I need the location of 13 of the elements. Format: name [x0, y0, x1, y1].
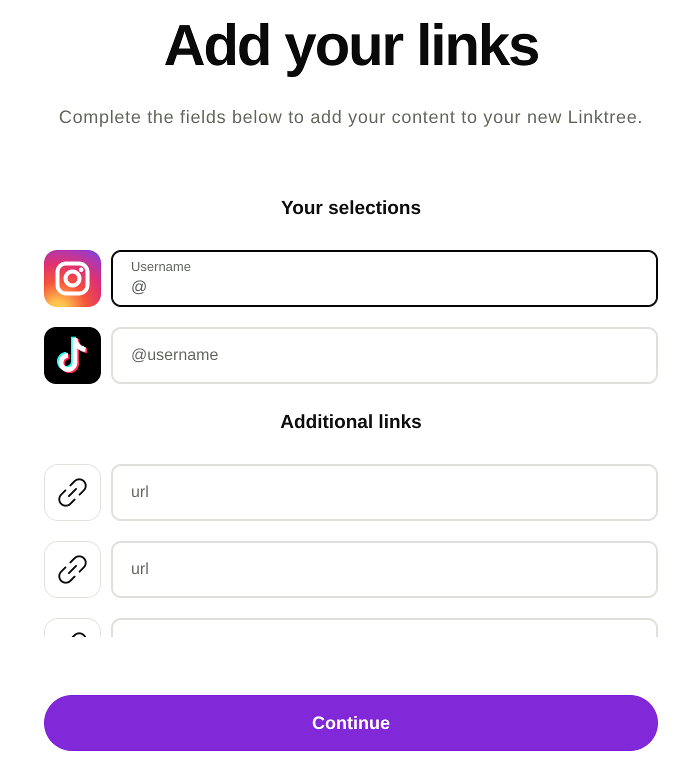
- link-icon: [44, 541, 101, 598]
- url-field[interactable]: url: [111, 464, 658, 521]
- camera-icon: [44, 250, 101, 307]
- username-field[interactable]: Username @: [111, 250, 658, 307]
- page-title: Add your links: [164, 14, 538, 78]
- section-heading: Additional links: [280, 411, 422, 435]
- page-subtitle: Complete the fields below to add your content to your new Linktree.: [58, 106, 644, 129]
- url-field[interactable]: url: [111, 541, 658, 598]
- music-note-icon: [44, 327, 101, 384]
- username-field[interactable]: @username: [111, 327, 658, 384]
- section-heading: Your selections: [280, 197, 422, 221]
- continue-button[interactable]: Continue: [44, 695, 658, 751]
- link-icon: [44, 464, 101, 521]
